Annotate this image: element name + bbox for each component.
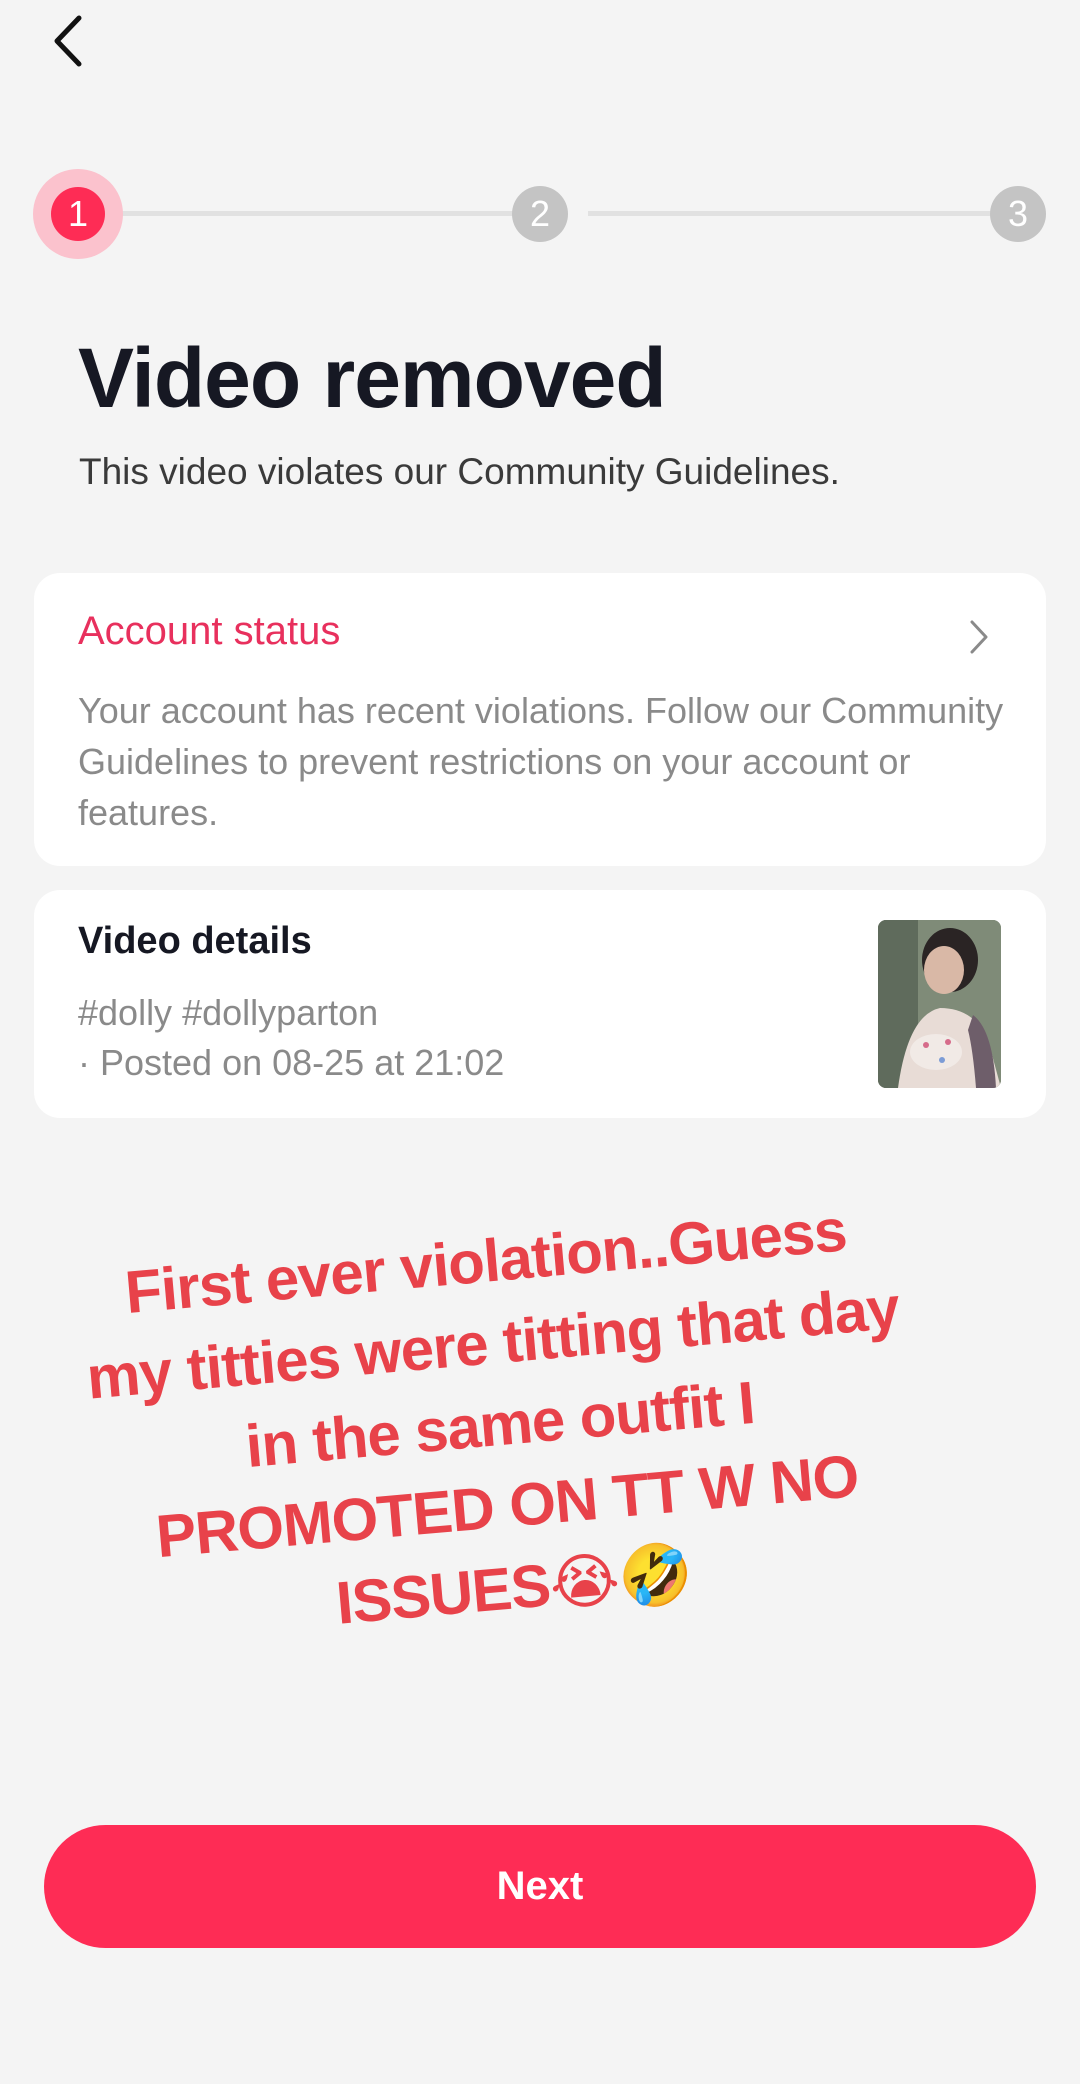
video-thumbnail[interactable]	[878, 920, 1001, 1088]
progress-stepper: 1 2 3	[33, 169, 1048, 259]
account-status-card[interactable]: Account status Your account has recent v…	[34, 573, 1046, 866]
stepper-connector	[588, 211, 1028, 216]
next-button[interactable]: Next	[44, 1825, 1036, 1948]
step-3: 3	[990, 186, 1046, 242]
chevron-right-icon	[970, 620, 988, 654]
account-status-description: Your account has recent violations. Foll…	[78, 690, 1004, 833]
account-status-title: Account status	[78, 609, 341, 653]
video-posted-date: · Posted on 08-25 at 21:02	[78, 1042, 505, 1083]
video-details-card: Video details #dolly #dollyparton · Post…	[34, 890, 1046, 1118]
back-button[interactable]	[40, 10, 96, 72]
page-subtitle: This video violates our Community Guidel…	[79, 451, 840, 492]
chevron-left-icon	[54, 15, 82, 67]
video-hashtags: #dolly #dollyparton	[78, 992, 379, 1033]
stepper-connector	[108, 211, 548, 216]
step-2: 2	[512, 186, 568, 242]
step-1: 1	[51, 187, 105, 241]
thumbnail-image	[878, 920, 1001, 1088]
page-title: Video removed	[78, 331, 667, 425]
video-details-title: Video details	[78, 920, 312, 962]
overlay-caption-text: First ever violation..Guess my titties w…	[84, 1196, 902, 1637]
